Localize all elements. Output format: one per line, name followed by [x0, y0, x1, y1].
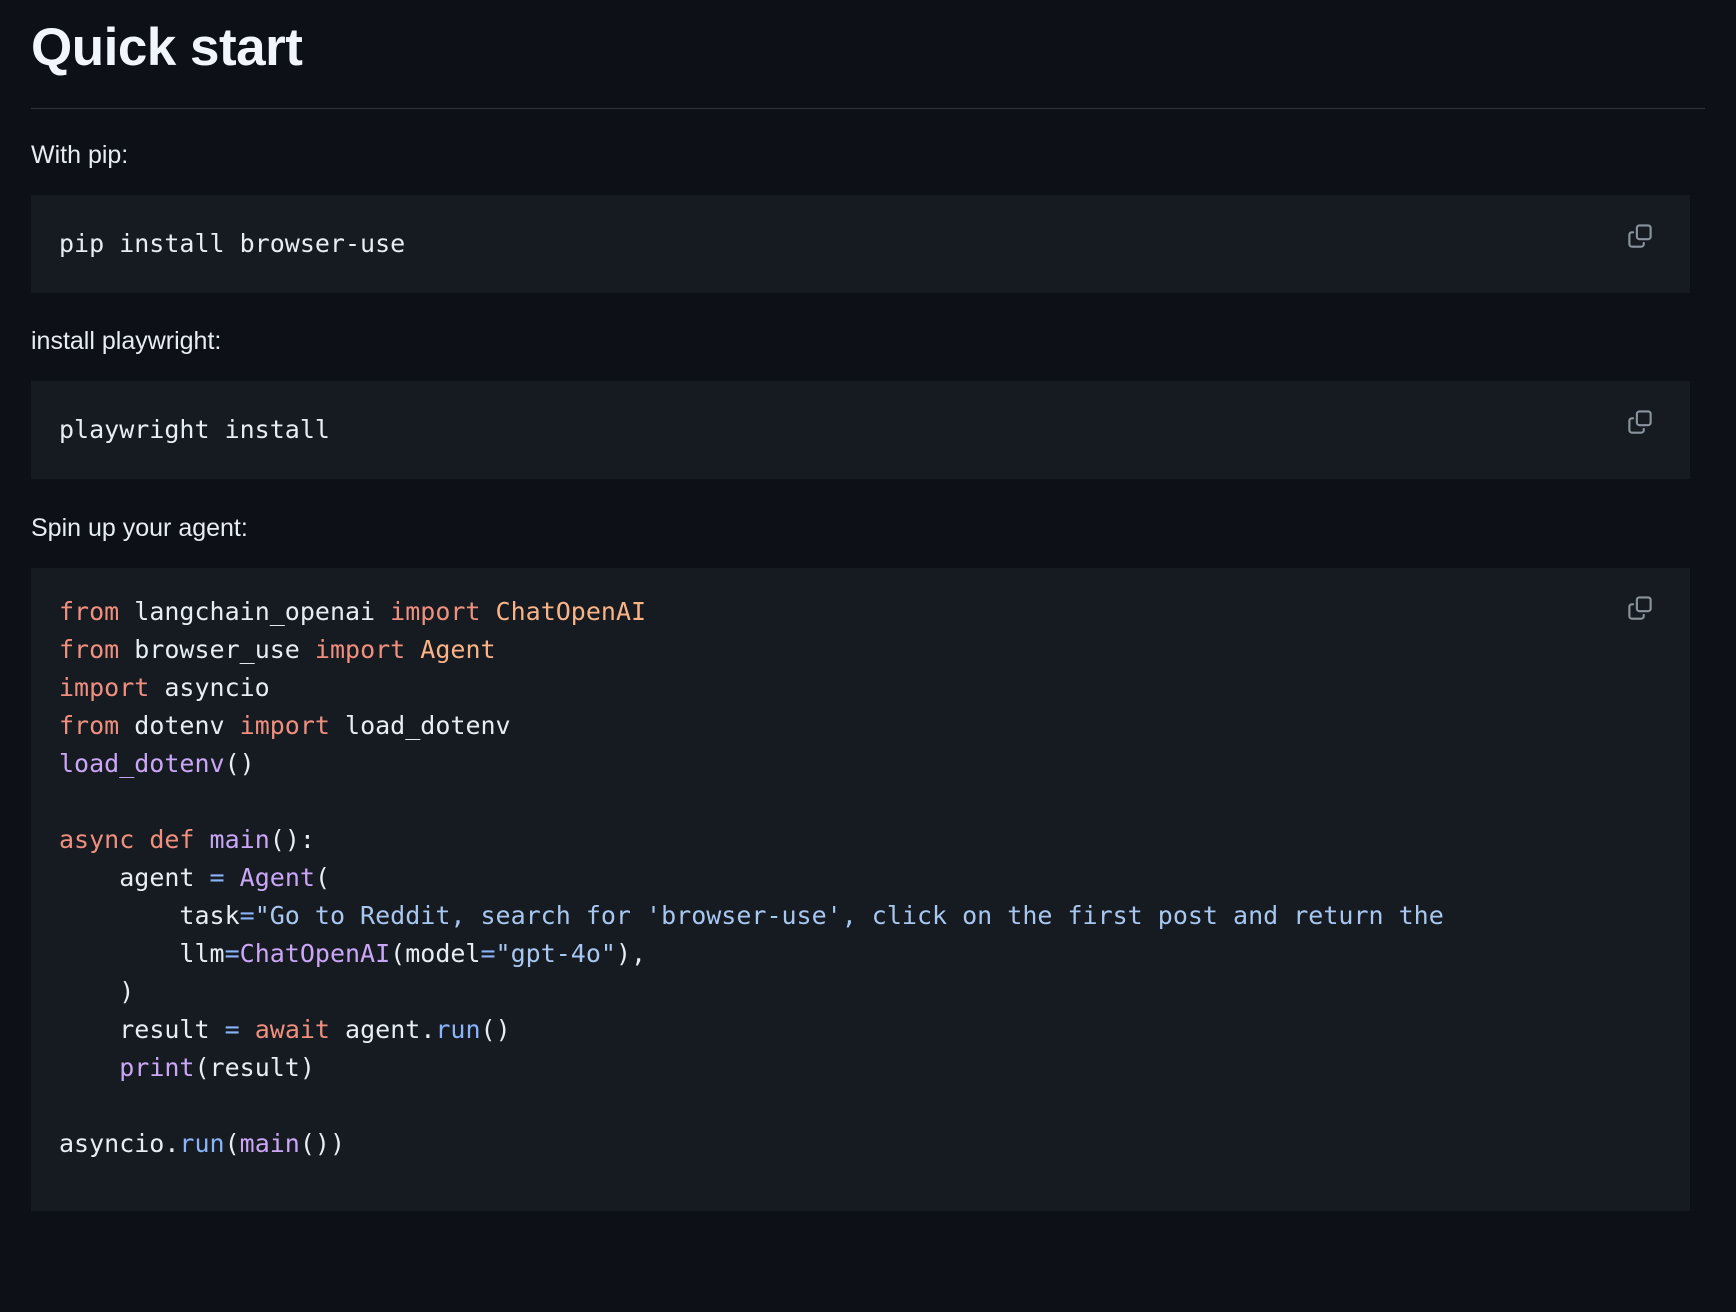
code-content-pip-install: pip install browser-use	[31, 195, 1690, 293]
code-block-agent-example: from langchain_openai import ChatOpenAI …	[31, 568, 1690, 1211]
copy-icon[interactable]	[1625, 221, 1655, 251]
code-block-pip-install: pip install browser-use	[31, 195, 1690, 293]
copy-icon[interactable]	[1625, 593, 1655, 623]
page-title: Quick start	[31, 0, 1705, 77]
title-divider	[31, 108, 1705, 109]
section-label-agent: Spin up your agent:	[31, 512, 1705, 546]
code-content-playwright-install: playwright install	[31, 381, 1690, 479]
section-label-pip: With pip:	[31, 139, 1705, 173]
section-label-playwright: install playwright:	[31, 325, 1705, 359]
quick-start-page: Quick start With pip: pip install browse…	[0, 0, 1736, 1312]
code-block-playwright-install: playwright install	[31, 381, 1690, 479]
code-content-agent-example: from langchain_openai import ChatOpenAI …	[31, 568, 1690, 1211]
copy-icon[interactable]	[1625, 407, 1655, 437]
